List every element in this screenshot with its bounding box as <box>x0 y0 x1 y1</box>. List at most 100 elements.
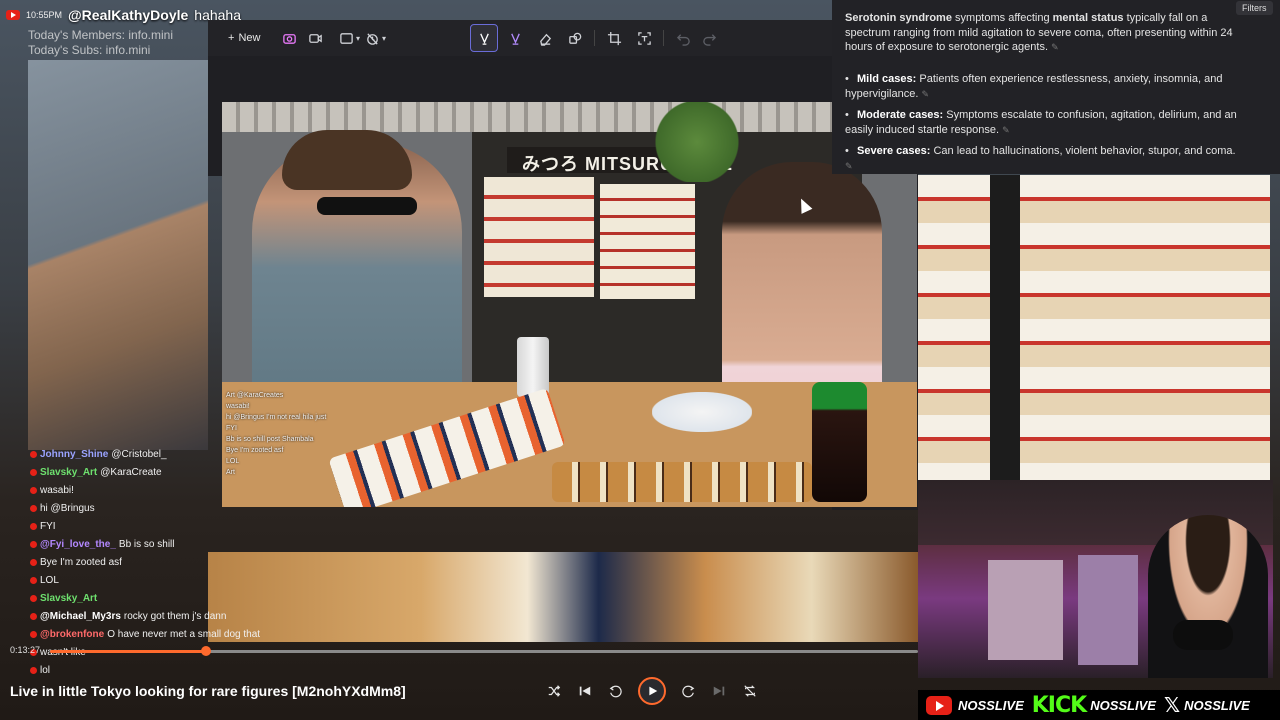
text-extract-icon[interactable] <box>631 25 657 51</box>
chat-badge-icon <box>30 450 37 458</box>
captured-snip-image[interactable]: みつろ MITSURU CAFE Art @KaraCreates wasabi… <box>222 102 917 507</box>
stream-person-left <box>28 60 208 450</box>
chat-message: @Michael_My3rs rocky got them j's dann <box>30 607 226 625</box>
eraser-icon[interactable] <box>532 25 558 51</box>
kick-handle: NOSSLIVE <box>1090 697 1156 713</box>
scene-roof <box>222 102 917 132</box>
cam-streamer <box>1148 515 1268 678</box>
scene-tree <box>642 102 752 182</box>
highlighter-pen-icon[interactable] <box>470 24 499 52</box>
ai-intro-term: mental status <box>1052 12 1124 24</box>
chat-username[interactable]: Slavsky_Art <box>40 467 97 478</box>
snip-chat-line: FYI <box>226 425 237 432</box>
chat-username[interactable]: @Fyi_love_the_ <box>40 539 116 550</box>
bullet-text: Can lead to hallucinations, violent beha… <box>933 145 1236 157</box>
ai-bullet-mild: • Mild cases: Patients often experience r… <box>845 72 1245 101</box>
chat-badge-icon <box>30 486 37 494</box>
stream-clock: 10:55PM <box>26 10 63 20</box>
youtube-icon <box>6 10 20 20</box>
forward-30-icon[interactable] <box>679 682 697 700</box>
x-logo-icon: 𝕏 <box>1163 693 1181 717</box>
crop-icon[interactable] <box>601 25 627 51</box>
overlay-line: Today's Members: info.mini <box>28 28 174 42</box>
chat-text: @KaraCreate <box>100 466 162 478</box>
overlay-line: Today's Subs: info.mini <box>28 43 151 57</box>
scene-menu-poster <box>600 184 695 299</box>
chat-message: Johnny_Shine @Cristobel_ <box>30 445 208 463</box>
microphone <box>1173 620 1233 650</box>
player-controls <box>545 677 759 705</box>
chat-message: hi @Bringus <box>30 499 208 517</box>
x-handle: NOSSLIVE <box>1184 697 1250 713</box>
rewind-10-icon[interactable] <box>607 682 625 700</box>
chat-badge-icon <box>30 612 37 620</box>
toolbar-divider <box>663 30 665 46</box>
link-icon[interactable]: ✎ <box>1002 125 1010 135</box>
chat-message: lol <box>30 661 208 679</box>
chat-message: Slavsky_Art @KaraCreate <box>30 463 208 481</box>
chat-badge-icon <box>30 504 37 512</box>
bullet-label: Mild cases: <box>857 73 917 85</box>
stream-overlay-text: Today's Members: info.mini Today's Subs:… <box>28 28 173 58</box>
snip-chat-line: Art <box>226 469 235 476</box>
chat-message: Slavsky_Art <box>30 589 208 607</box>
next-icon[interactable] <box>710 682 728 700</box>
link-icon[interactable]: ✎ <box>845 161 853 171</box>
chat-message: Bye I'm zooted asf <box>30 553 208 571</box>
chat-text: Bye I'm zooted asf <box>40 556 122 568</box>
chat-message: @Fyi_love_the_ Bb is so shill <box>30 535 208 553</box>
snip-chat-overlay: Art @KaraCreates wasabi! hi @Bringus I'm… <box>222 390 376 500</box>
chat-username[interactable]: Slavsky_Art <box>40 593 97 604</box>
scene-sushi-roll <box>552 462 812 502</box>
shapes-icon[interactable] <box>562 25 588 51</box>
chat-badge-icon <box>30 468 37 476</box>
link-icon[interactable]: ✎ <box>1051 42 1059 52</box>
cam-poster <box>988 560 1063 660</box>
chat-text: @Cristobel_ <box>111 448 167 460</box>
bullet-label: Moderate cases: <box>857 109 944 121</box>
video-icon[interactable] <box>302 25 328 51</box>
youtube-handle: NOSSLIVE <box>958 697 1024 713</box>
new-snip-button[interactable]: + New <box>222 25 266 51</box>
repeat-off-icon[interactable] <box>741 682 759 700</box>
chat-text: O have never met a small dog that <box>107 628 261 640</box>
chat-username[interactable]: Johnny_Shine <box>40 449 108 460</box>
undo-icon[interactable] <box>670 25 696 51</box>
chat-message: LOL <box>30 571 208 589</box>
ai-bullet-moderate: • Moderate cases: Symptoms escalate to co… <box>845 108 1245 137</box>
chat-text: LOL <box>40 574 59 586</box>
chat-badge-icon <box>30 666 37 674</box>
play-button[interactable] <box>638 677 666 705</box>
kick-logo: KICK <box>1031 692 1087 718</box>
chat-badge-icon <box>30 558 37 566</box>
camera-icon[interactable] <box>276 25 302 51</box>
scene-soy-bottle <box>812 382 867 502</box>
chat-badge-icon <box>30 540 37 548</box>
delay-icon[interactable]: ▾ <box>362 25 388 51</box>
shuffle-icon[interactable] <box>545 682 563 700</box>
streamer-handle: @RealKathyDoyle <box>68 7 189 23</box>
snip-chat-line: hi @Bringus I'm not real hila just <box>226 414 327 421</box>
snipping-toolbar: + New ▾ ▾ <box>208 20 832 56</box>
live-chat: Johnny_Shine @Cristobel_ Slavsky_Art @KaraC… <box>30 445 260 676</box>
chat-username[interactable]: @Michael_My3rs <box>40 611 121 622</box>
link-icon[interactable]: ✎ <box>921 89 929 99</box>
ai-bullet-severe: • Severe cases: Can lead to hallucination… <box>845 144 1245 173</box>
chat-text: hi @Bringus <box>40 502 95 514</box>
bullet-dot: • <box>845 73 849 85</box>
chat-text: wasabi! <box>40 484 74 496</box>
rect-mode-icon[interactable]: ▾ <box>336 25 362 51</box>
stream-pillar <box>990 175 1020 480</box>
ai-intro-term: Serotonin syndrome <box>845 12 952 24</box>
streamer-webcam <box>918 480 1273 678</box>
redo-icon[interactable] <box>696 25 722 51</box>
bullet-label: Severe cases: <box>857 145 931 157</box>
chat-text: rocky got them j's dann <box>123 610 227 622</box>
progress-bar[interactable] <box>50 646 918 656</box>
pen-icon[interactable] <box>502 25 528 51</box>
snip-chat-line: wasabi! <box>226 403 250 410</box>
chat-username[interactable]: @brokenfone <box>40 629 104 640</box>
previous-icon[interactable] <box>576 682 594 700</box>
scene-menu-poster <box>484 177 594 297</box>
scene-man-hair <box>282 130 412 190</box>
